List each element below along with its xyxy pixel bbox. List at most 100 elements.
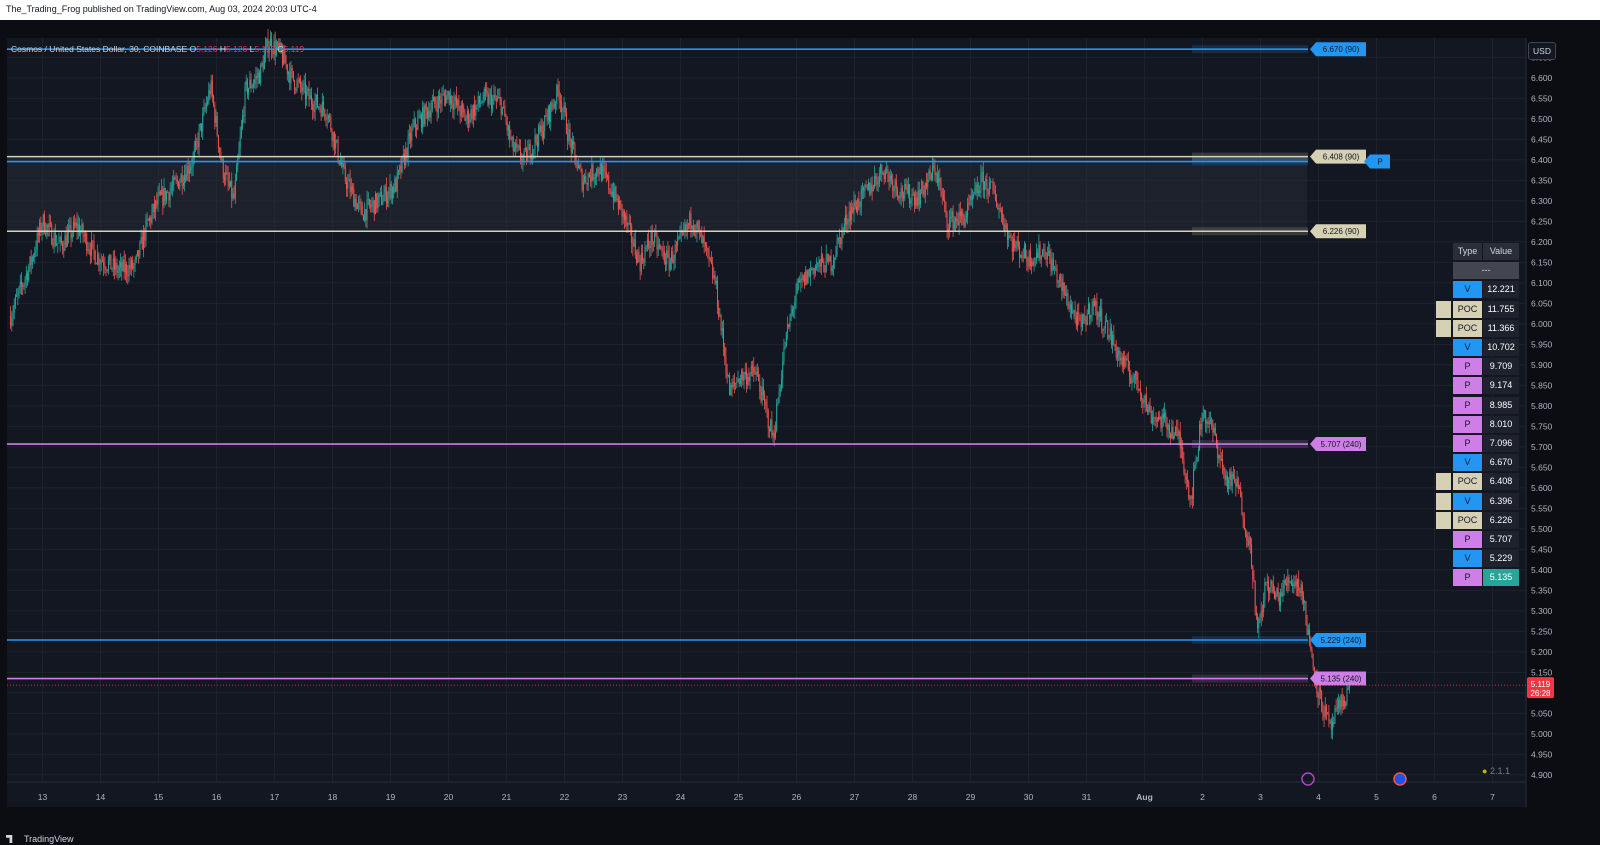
candle-up — [449, 95, 451, 104]
candle-down — [604, 168, 606, 172]
tradingview-brand[interactable]: TradingView — [6, 834, 74, 844]
candle-down — [936, 173, 938, 182]
candle-down — [692, 225, 694, 231]
candle-down — [103, 261, 105, 267]
table-row-type: POC — [1453, 473, 1482, 491]
candle-up — [1209, 419, 1211, 422]
candle-down — [49, 223, 51, 225]
candle-up — [980, 173, 982, 193]
candle-down — [178, 181, 180, 189]
candle-down — [855, 206, 857, 212]
candle-down — [1005, 224, 1007, 229]
candle-up — [1066, 293, 1068, 296]
candle-up — [396, 172, 398, 192]
candle-up — [1263, 600, 1265, 613]
y-tick-label: 5.750 — [1531, 421, 1553, 431]
candle-up — [807, 269, 809, 284]
x-tick-label: 13 — [38, 792, 48, 802]
level-band — [1192, 636, 1308, 645]
candle-up — [1151, 417, 1153, 423]
candle-up — [1058, 276, 1060, 281]
candle-down — [1098, 312, 1100, 318]
candle-down — [1145, 395, 1147, 407]
candle-up — [184, 174, 186, 184]
x-tick-label: 28 — [908, 792, 918, 802]
candle-up — [1318, 687, 1320, 699]
candle-up — [735, 383, 737, 384]
candle-down — [863, 187, 865, 191]
candle-up — [1304, 601, 1306, 604]
candle-up — [371, 203, 373, 208]
candle-up — [1266, 581, 1268, 583]
y-tick-label: 6.600 — [1531, 73, 1553, 83]
candle-down — [663, 251, 665, 262]
candle-down — [385, 186, 387, 204]
currency-button[interactable]: USD — [1528, 42, 1556, 60]
candle-down — [1237, 478, 1239, 490]
candle-down — [150, 217, 152, 223]
candle-up — [411, 128, 413, 141]
candle-up — [938, 178, 940, 182]
candle-down — [1271, 580, 1273, 585]
candle-down — [866, 186, 868, 190]
candle-up — [1218, 455, 1220, 459]
candle-down — [1303, 596, 1305, 604]
candle-down — [687, 223, 689, 225]
candle-down — [1328, 714, 1330, 721]
candle-down — [1006, 228, 1008, 240]
candle-down — [897, 188, 899, 196]
candle-down — [1247, 540, 1249, 546]
candle-down — [667, 250, 669, 254]
candle-up — [1161, 413, 1163, 428]
candle-down — [167, 192, 169, 193]
candle-down — [295, 89, 297, 91]
candle-down — [1330, 720, 1332, 730]
candle-down — [1288, 577, 1290, 582]
candle-up — [249, 79, 251, 89]
candle-up — [1077, 312, 1079, 326]
candle-down — [697, 222, 699, 228]
candle-up — [562, 110, 564, 112]
candle-down — [74, 222, 76, 227]
candle-up — [1260, 610, 1262, 618]
candle-up — [378, 193, 380, 199]
y-tick-label: 6.450 — [1531, 134, 1553, 144]
candle-down — [226, 172, 228, 174]
x-tick-label: 22 — [560, 792, 570, 802]
candle-up — [851, 207, 853, 221]
candle-down — [842, 228, 844, 230]
table-row-type: POC — [1453, 300, 1482, 318]
x-tick-label: 20 — [444, 792, 454, 802]
candle-up — [112, 258, 114, 269]
ohlc-open-value: 5.126 — [196, 44, 218, 54]
candle-up — [847, 222, 849, 225]
candle-up — [472, 104, 474, 120]
candle-up — [669, 260, 671, 270]
candle-down — [228, 181, 230, 187]
candle-down — [963, 218, 965, 227]
y-tick-label: 6.000 — [1531, 319, 1553, 329]
candle-up — [845, 214, 847, 224]
price-chart[interactable]: 6.6506.6006.5506.5006.4506.4006.3506.300… — [0, 0, 1600, 845]
candle-up — [501, 107, 503, 115]
candle-down — [733, 382, 735, 384]
candle-down — [10, 315, 12, 326]
table-row-type: V — [1453, 550, 1482, 568]
candle-down — [947, 228, 949, 231]
candle-up — [91, 240, 93, 256]
candle-up — [120, 262, 122, 267]
candle-down — [581, 170, 583, 190]
candle-down — [648, 239, 650, 247]
candle-down — [353, 188, 355, 207]
candle-down — [1084, 315, 1086, 321]
candle-down — [912, 194, 914, 195]
candle-up — [1225, 475, 1227, 481]
candle-down — [156, 200, 158, 205]
x-tick-label: 26 — [792, 792, 802, 802]
candle-up — [57, 243, 59, 244]
table-row-type: V — [1453, 281, 1482, 299]
candle-up — [774, 430, 776, 438]
candle-down — [164, 188, 166, 201]
candle-up — [109, 254, 111, 261]
x-tick-label: 3 — [1258, 792, 1263, 802]
